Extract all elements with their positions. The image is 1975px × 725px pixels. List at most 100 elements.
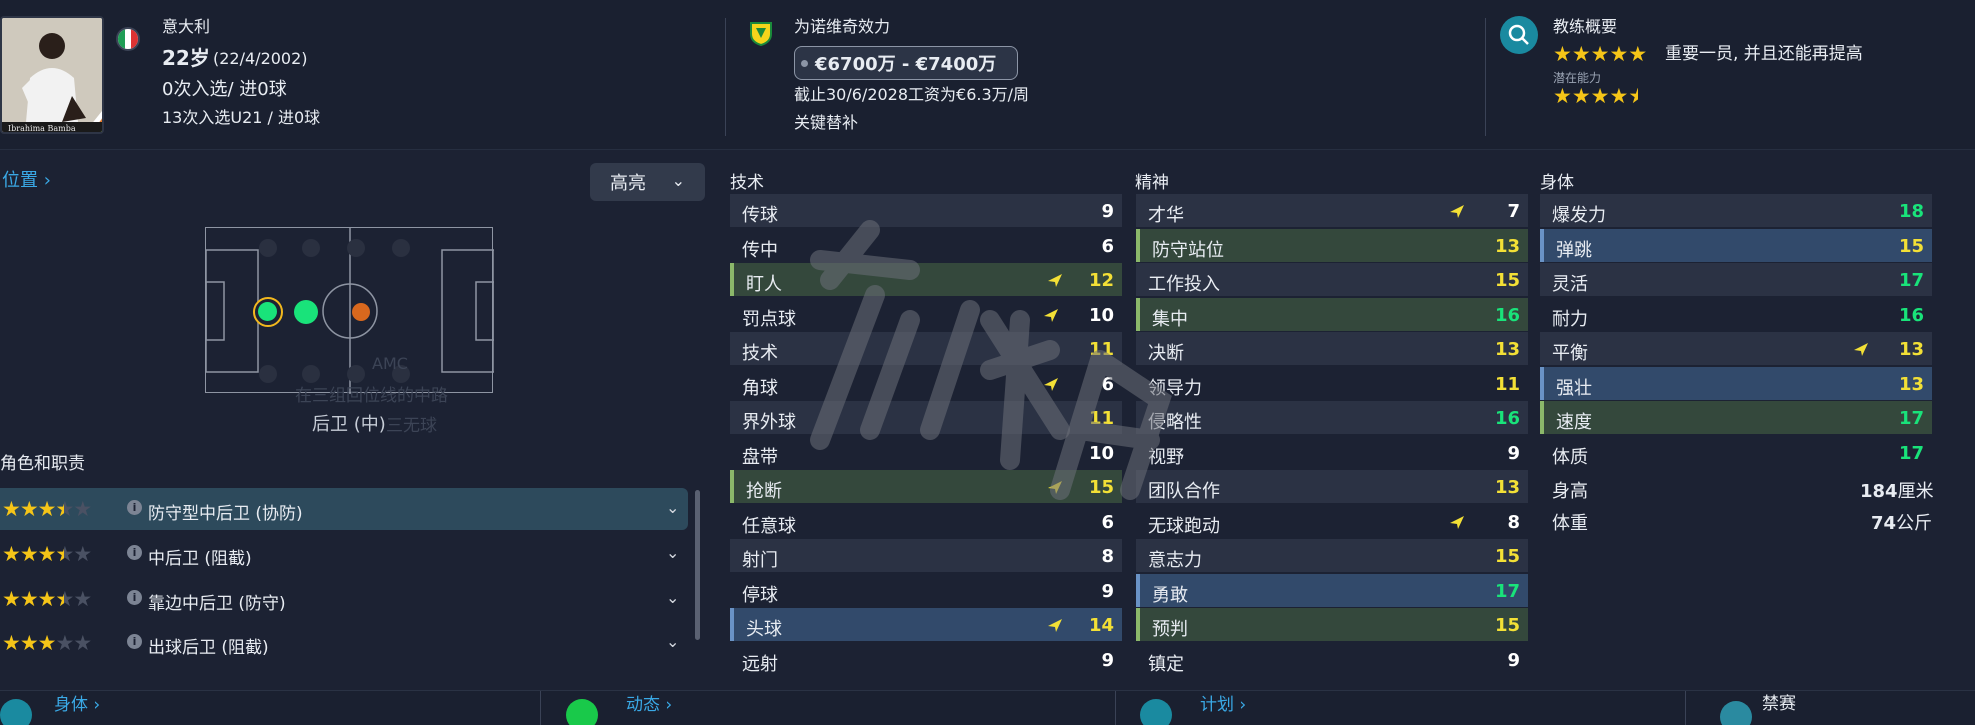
position-marker-accomplished[interactable] [294, 300, 318, 324]
attribute-name: 罚点球 [742, 308, 796, 330]
attribute-value: 11 [1088, 408, 1114, 429]
contract-info: 截止30/6/2028工资为€6.3万/周 [794, 85, 1030, 104]
attribute-row[interactable]: 视野 9 [1136, 436, 1528, 469]
attribute-row[interactable]: 罚点球 10 [730, 298, 1122, 331]
role-item[interactable]: ★★★★★★ i 防守型中后卫 (协防) ⌄ [0, 488, 688, 530]
tab-physical[interactable]: 身体 › [54, 697, 100, 714]
attribute-value: 9 [1101, 649, 1114, 671]
attribute-row[interactable]: 耐力 16 [1540, 298, 1932, 331]
role-item[interactable]: ★★★★★★ i 靠边中后卫 (防守) ⌄ [0, 578, 688, 620]
attribute-row[interactable]: 抢断 15 [730, 470, 1122, 503]
attribute-row[interactable]: 灵活 17 [1540, 263, 1932, 296]
attribute-value: 17 [1494, 580, 1520, 602]
chevron-down-icon: ⌄ [671, 171, 685, 190]
attribute-row[interactable]: 弹跳 15 [1540, 228, 1932, 262]
attribute-row[interactable]: 任意球 6 [730, 505, 1122, 538]
attribute-name: 抢断 [746, 481, 782, 502]
chevron-down-icon[interactable]: ⌄ [666, 498, 679, 517]
attribute-value: 13 [1494, 235, 1520, 257]
potential-label: 潜在能力 [1553, 71, 1602, 85]
roles-title: 角色和职责 [0, 454, 85, 474]
position-marker-natural[interactable] [253, 297, 283, 327]
attribute-row[interactable]: 团队合作 13 [1136, 470, 1528, 503]
attribute-row[interactable]: 才华 7 [1136, 194, 1528, 227]
attribute-row[interactable]: 工作投入 15 [1136, 263, 1528, 296]
technical-title: 技术 [730, 173, 764, 193]
attribute-row[interactable]: 角球 6 [730, 367, 1122, 400]
attribute-row[interactable]: 无球跑动 8 [1136, 505, 1528, 538]
attribute-value: 6 [1101, 373, 1114, 395]
position-marker-unconvincing[interactable] [352, 303, 370, 321]
info-icon[interactable]: i [127, 634, 142, 649]
attribute-row[interactable]: 侵略性 16 [1136, 401, 1528, 434]
attribute-value: 13 [1898, 339, 1924, 360]
attribute-value: 11 [1494, 373, 1520, 395]
attribute-row[interactable]: 防守站位 13 [1136, 228, 1528, 262]
tab-dynamics[interactable]: 动态 › [626, 697, 672, 714]
attribute-row[interactable]: 预判 15 [1136, 608, 1528, 641]
tab-plan[interactable]: 计划 › [1200, 697, 1246, 714]
attribute-row[interactable]: 射门 8 [730, 539, 1122, 572]
attribute-row[interactable]: 体质 17 [1540, 436, 1932, 469]
position-link[interactable]: 位置 › [2, 172, 51, 190]
chevron-down-icon[interactable]: ⌄ [666, 632, 679, 651]
attribute-name: 速度 [1556, 412, 1592, 433]
attribute-row[interactable]: 技术 11 [730, 332, 1122, 365]
attribute-row[interactable]: 远射 9 [730, 643, 1122, 676]
chevron-down-icon[interactable]: ⌄ [666, 543, 679, 562]
chevron-down-icon[interactable]: ⌄ [666, 588, 679, 607]
attribute-name: 传球 [742, 205, 778, 226]
attribute-value: 15 [1088, 477, 1114, 498]
attribute-name: 平衡 [1552, 343, 1588, 364]
roles-scrollbar[interactable] [695, 490, 700, 640]
transfer-value[interactable]: €6700万 - €7400万 [794, 46, 1018, 80]
attribute-name: 盘带 [742, 446, 778, 468]
attribute-value: 17 [1898, 270, 1924, 291]
attribute-value: 15 [1898, 235, 1924, 257]
pitch-hint-2: 在三组回位线的中路 [295, 386, 448, 406]
attribute-row[interactable]: 意志力 15 [1136, 539, 1528, 572]
attribute-row[interactable]: 盯人 12 [730, 263, 1122, 296]
attribute-row[interactable]: 传球 9 [730, 194, 1122, 227]
info-icon[interactable]: i [127, 545, 142, 560]
attribute-row[interactable]: 平衡 13 [1540, 332, 1932, 365]
attribute-value: 8 [1507, 511, 1520, 533]
attribute-row[interactable]: 速度 17 [1540, 401, 1932, 434]
role-stars: ★★★★★★ [2, 542, 92, 566]
position-name: 后卫 (中) [312, 414, 386, 435]
attribute-row[interactable]: 集中 16 [1136, 297, 1528, 331]
tab-suspension[interactable]: 禁赛 [1762, 696, 1796, 713]
attribute-row[interactable]: 勇敢 17 [1136, 573, 1528, 607]
attribute-row[interactable]: 镇定 9 [1136, 643, 1528, 676]
attribute-value: 9 [1507, 442, 1520, 464]
attribute-name: 才华 [1148, 205, 1184, 226]
attribute-value: 9 [1101, 580, 1114, 602]
role-item[interactable]: ★★★★★★ i 中后卫 (阻截) ⌄ [0, 533, 688, 575]
attribute-row[interactable]: 爆发力 18 [1540, 194, 1932, 227]
attribute-row[interactable]: 决断 13 [1136, 332, 1528, 365]
search-icon[interactable] [1500, 16, 1538, 54]
attribute-row[interactable]: 领导力 11 [1136, 367, 1528, 400]
attribute-name: 角球 [742, 377, 778, 399]
highlight-dropdown[interactable]: 高亮 ⌄ [590, 163, 705, 201]
attribute-row[interactable]: 界外球 11 [730, 401, 1122, 434]
info-icon[interactable]: i [127, 500, 142, 515]
nationality-flag-icon [116, 27, 140, 51]
info-icon[interactable]: i [127, 590, 142, 605]
progress-arrow-icon [1048, 481, 1062, 494]
role-stars: ★★★★★★ [2, 587, 92, 611]
progress-arrow-icon [1044, 377, 1058, 391]
attribute-name: 决断 [1148, 343, 1184, 364]
u21-caps: 13次入选U21 / 进0球 [162, 108, 321, 127]
pitch-hint-3: 三无球 [386, 416, 437, 436]
attribute-value: 17 [1898, 408, 1924, 429]
attribute-row[interactable]: 头球 14 [730, 608, 1122, 641]
role-item[interactable]: ★★★★★ i 出球后卫 (阻截) ⌄ [0, 622, 688, 664]
attribute-row[interactable]: 停球 9 [730, 574, 1122, 607]
attribute-name: 强壮 [1556, 377, 1592, 399]
attribute-row[interactable]: 盘带 10 [730, 436, 1122, 469]
progress-arrow-icon [1044, 308, 1058, 322]
attribute-value: 18 [1898, 201, 1924, 222]
attribute-row[interactable]: 传中 6 [730, 229, 1122, 262]
attribute-row[interactable]: 强壮 13 [1540, 366, 1932, 400]
